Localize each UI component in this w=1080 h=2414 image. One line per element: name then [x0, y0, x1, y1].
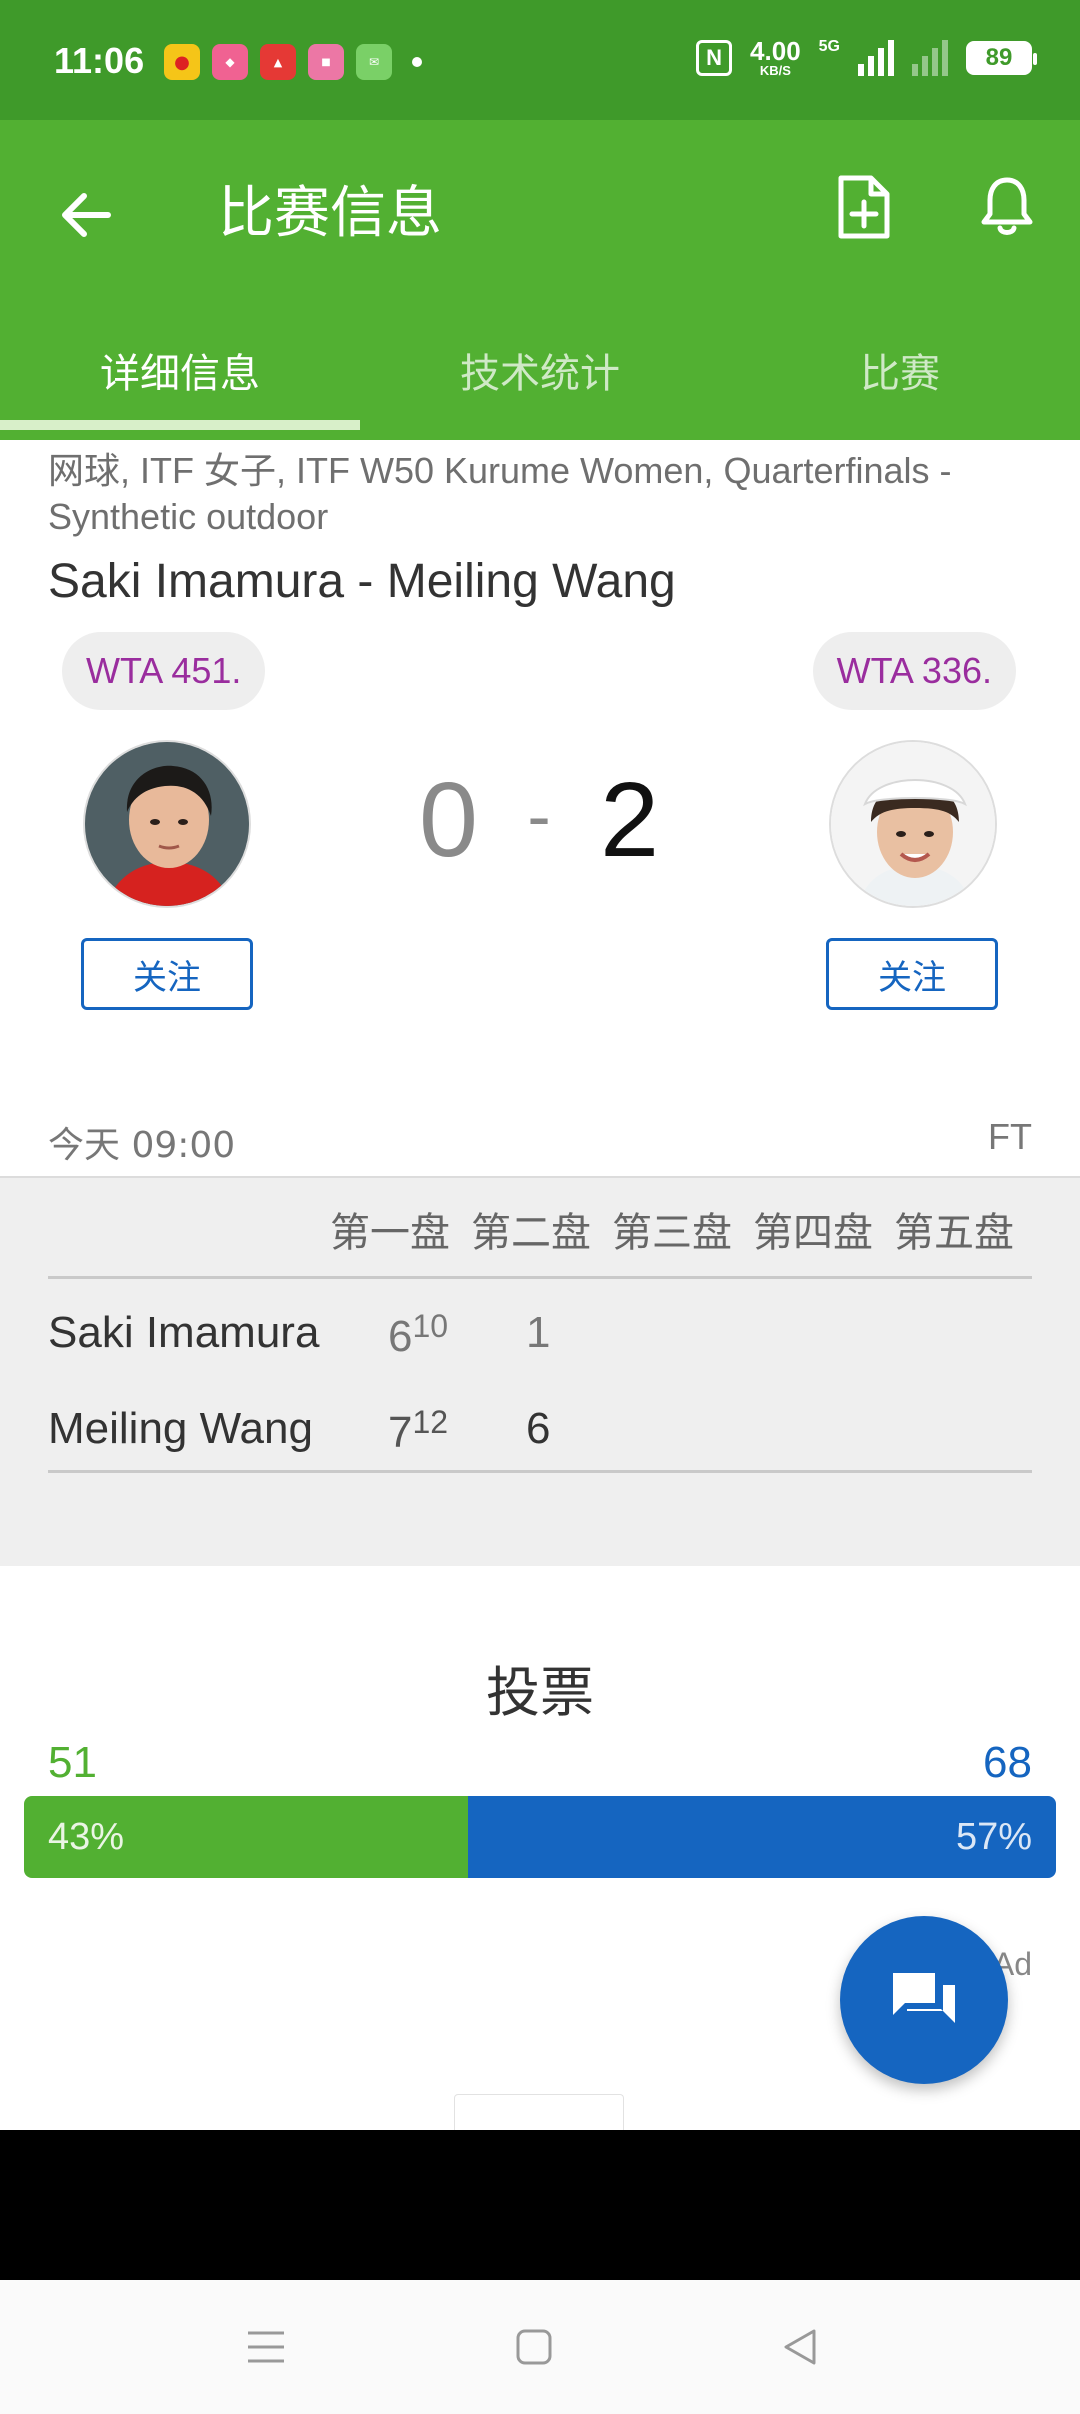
divider: [48, 1470, 1032, 1473]
page-title: 比赛信息: [218, 181, 442, 246]
vote-home-button[interactable]: 43%: [24, 1796, 468, 1878]
app-icon: ■: [308, 44, 344, 80]
status-time: 11:06: [54, 40, 145, 81]
competition-info: 网球, ITF 女子, ITF W50 Kurume Women, Quarte…: [48, 450, 952, 537]
match-start-time: 今天 09:00: [48, 1125, 236, 1166]
add-document-icon: [838, 175, 890, 239]
more-notifications-icon: [412, 57, 422, 67]
recent-apps-button[interactable]: [226, 2310, 306, 2384]
net-speed-value: 4.00: [750, 36, 801, 66]
away-player-rank: WTA 336.: [812, 632, 1016, 710]
player-name: Meiling Wang: [48, 1404, 313, 1453]
follow-home-button[interactable]: 关注: [81, 938, 253, 1010]
vote-away-button[interactable]: 57%: [467, 1796, 1056, 1878]
back-arrow-icon: [62, 193, 111, 237]
back-triangle-icon: [784, 2329, 816, 2365]
table-row: Saki Imamura 610 1: [48, 1288, 1032, 1378]
away-vote-count: 68: [983, 1738, 1032, 1787]
set2-score: 6: [526, 1404, 551, 1453]
nfc-icon: N: [696, 39, 733, 76]
menu-icon: [248, 2331, 284, 2363]
system-nav-bar: [0, 2280, 1080, 2414]
system-back-button[interactable]: [760, 2310, 840, 2384]
notification-bell-button[interactable]: [970, 170, 1044, 244]
set2-score: 1: [526, 1308, 551, 1357]
tab-bar: 详细信息 技术统计 比赛: [0, 310, 1080, 430]
weibo-icon: ●: [164, 44, 200, 80]
back-button[interactable]: [50, 180, 120, 250]
set-header: 第五盘: [894, 1210, 1014, 1256]
set-header: 第一盘: [330, 1210, 450, 1256]
tab-details[interactable]: 详细信息: [0, 310, 360, 430]
vote-title: 投票: [486, 1661, 594, 1724]
bell-icon: [981, 177, 1033, 235]
divider: [48, 1276, 1032, 1279]
tab-stats[interactable]: 技术统计: [360, 310, 720, 430]
set1-tiebreak: 10: [412, 1308, 449, 1344]
away-score: 2: [600, 761, 662, 879]
vote-bar: 43% 57%: [24, 1796, 1056, 1878]
chat-button[interactable]: [840, 1916, 1008, 2084]
status-bar: 11:06 ● ◆ ▲ ■ ✉ N 4.00 KB/S 5G 89: [0, 0, 1080, 120]
mail-icon: ✉: [356, 44, 392, 80]
match-score: 0 - 2: [0, 760, 1080, 881]
set1-games: 7: [388, 1408, 413, 1457]
set1-score: 610: [388, 1308, 448, 1362]
set-headers: 第一盘 第二盘 第三盘 第四盘 第五盘: [330, 1200, 1035, 1258]
notification-icons: ● ◆ ▲ ■ ✉: [164, 44, 422, 80]
set-header: 第二盘: [471, 1210, 591, 1256]
set-header: 第三盘: [612, 1210, 732, 1256]
signal-icon-sim2: [912, 39, 948, 76]
network-type: 5G: [818, 38, 840, 55]
tab-matches[interactable]: 比赛: [720, 310, 1080, 430]
home-vote-count: 51: [48, 1738, 97, 1787]
net-speed: 4.00 KB/S: [750, 38, 801, 77]
set-score-table: 第一盘 第二盘 第三盘 第四盘 第五盘 Saki Imamura 610 1 M…: [0, 1176, 1080, 1566]
match-status: FT: [988, 1116, 1032, 1157]
chat-icon: [893, 1973, 955, 2023]
home-player-rank: WTA 451.: [62, 632, 266, 710]
app-bar: 比赛信息 详细信息 技术统计 比赛: [0, 120, 1080, 440]
follow-away-button[interactable]: 关注: [826, 938, 998, 1010]
signal-icon: [858, 39, 894, 76]
home-score: 0: [418, 761, 480, 879]
system-icons: N 4.00 KB/S 5G 89: [696, 38, 1037, 77]
match-title: Saki Imamura - Meiling Wang: [48, 555, 676, 608]
app-icon: ▲: [260, 44, 296, 80]
score-separator: -: [527, 777, 553, 855]
app-icon: ◆: [212, 44, 248, 80]
set1-games: 6: [388, 1312, 413, 1361]
table-row: Meiling Wang 712 6: [48, 1384, 1032, 1474]
set1-tiebreak: 12: [412, 1404, 449, 1440]
player-name: Saki Imamura: [48, 1308, 320, 1357]
set1-score: 712: [388, 1404, 448, 1458]
blank-area: [0, 2130, 1080, 2280]
home-button[interactable]: [494, 2310, 574, 2384]
set-header: 第四盘: [753, 1210, 873, 1256]
home-square-icon: [516, 2329, 552, 2365]
battery-icon: 89: [966, 40, 1037, 75]
add-document-button[interactable]: [826, 170, 900, 244]
ad-banner[interactable]: [454, 2094, 624, 2130]
